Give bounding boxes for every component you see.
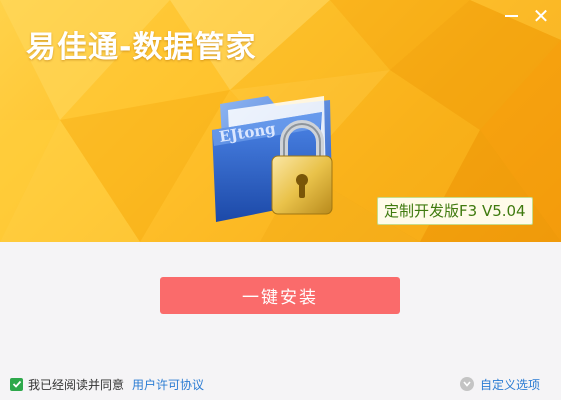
one-click-install-button[interactable]: 一键安装 <box>160 277 400 314</box>
license-agreement-link[interactable]: 用户许可协议 <box>132 376 204 393</box>
agree-checkbox[interactable] <box>10 377 23 391</box>
folder-lock-illustration: EJtong <box>212 96 333 222</box>
checkmark-icon <box>12 380 21 388</box>
version-badge: 定制开发版F3 V5.04 <box>377 197 533 225</box>
close-icon[interactable]: ✕ <box>530 6 552 26</box>
app-title: 易佳通-数据管家 <box>26 30 257 65</box>
custom-options-label: 自定义选项 <box>480 377 541 392</box>
header-banner: 易佳通-数据管家 ✕ EJtong 定制开发版F3 V5.04 <box>0 0 561 242</box>
license-agreement: 我已经阅读并同意 用户许可协议 <box>10 376 204 392</box>
installer-window: 易佳通-数据管家 ✕ EJtong 定制开发版F3 V5.04 一键安装 我已经… <box>0 0 561 400</box>
minimize-icon[interactable] <box>500 6 522 26</box>
custom-options-button[interactable]: 自定义选项 <box>460 376 540 392</box>
agree-label: 我已经阅读并同意 <box>28 377 125 392</box>
chevron-down-icon <box>460 377 474 391</box>
